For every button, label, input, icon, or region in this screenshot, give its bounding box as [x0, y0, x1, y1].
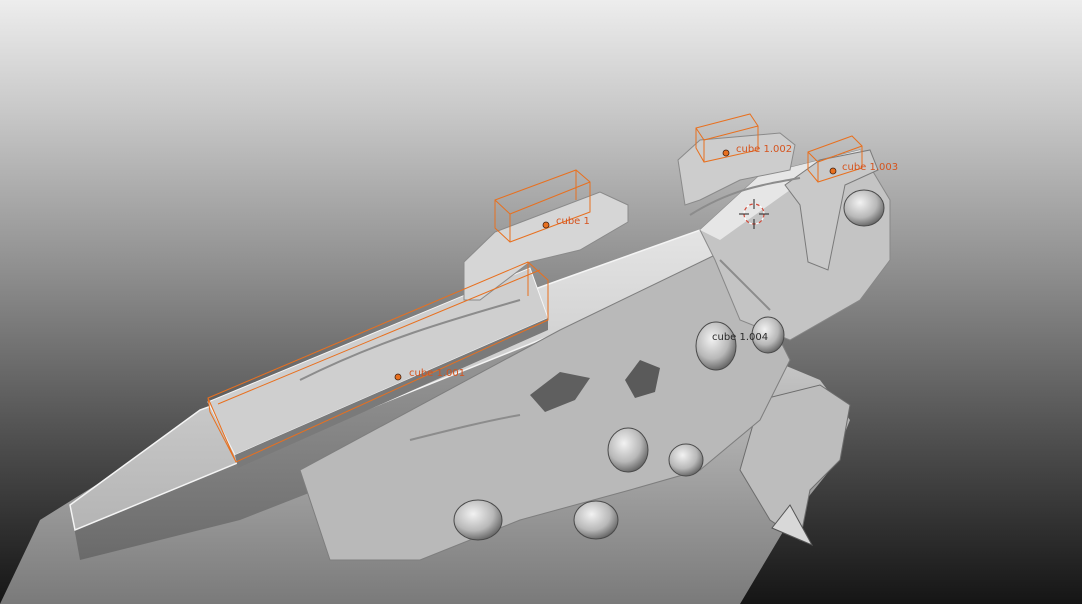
object-label-cube-1-004: cube 1.004: [712, 332, 769, 343]
bolt-3: [607, 427, 649, 473]
object-origin-icon: [542, 221, 550, 229]
bolt-5: [695, 321, 737, 371]
bolt-1: [453, 499, 503, 541]
object-label-cube-1: cube 1: [556, 216, 590, 227]
object-origin-icon: [829, 167, 837, 175]
scene-canvas[interactable]: [0, 0, 1082, 604]
object-label-cube-1-003: cube 1.003: [842, 162, 899, 173]
bolt-7: [843, 189, 885, 227]
object-origin-icon: [394, 373, 402, 381]
bolt-4: [668, 443, 704, 477]
3d-viewport[interactable]: cube 1.001 cube 1 cube 1.002 cube 1.003 …: [0, 0, 1082, 604]
object-origin-icon: [722, 149, 730, 157]
bolt-2: [573, 500, 619, 540]
object-label-cube-1-002: cube 1.002: [736, 144, 793, 155]
object-label-cube-1-001: cube 1.001: [409, 368, 466, 379]
